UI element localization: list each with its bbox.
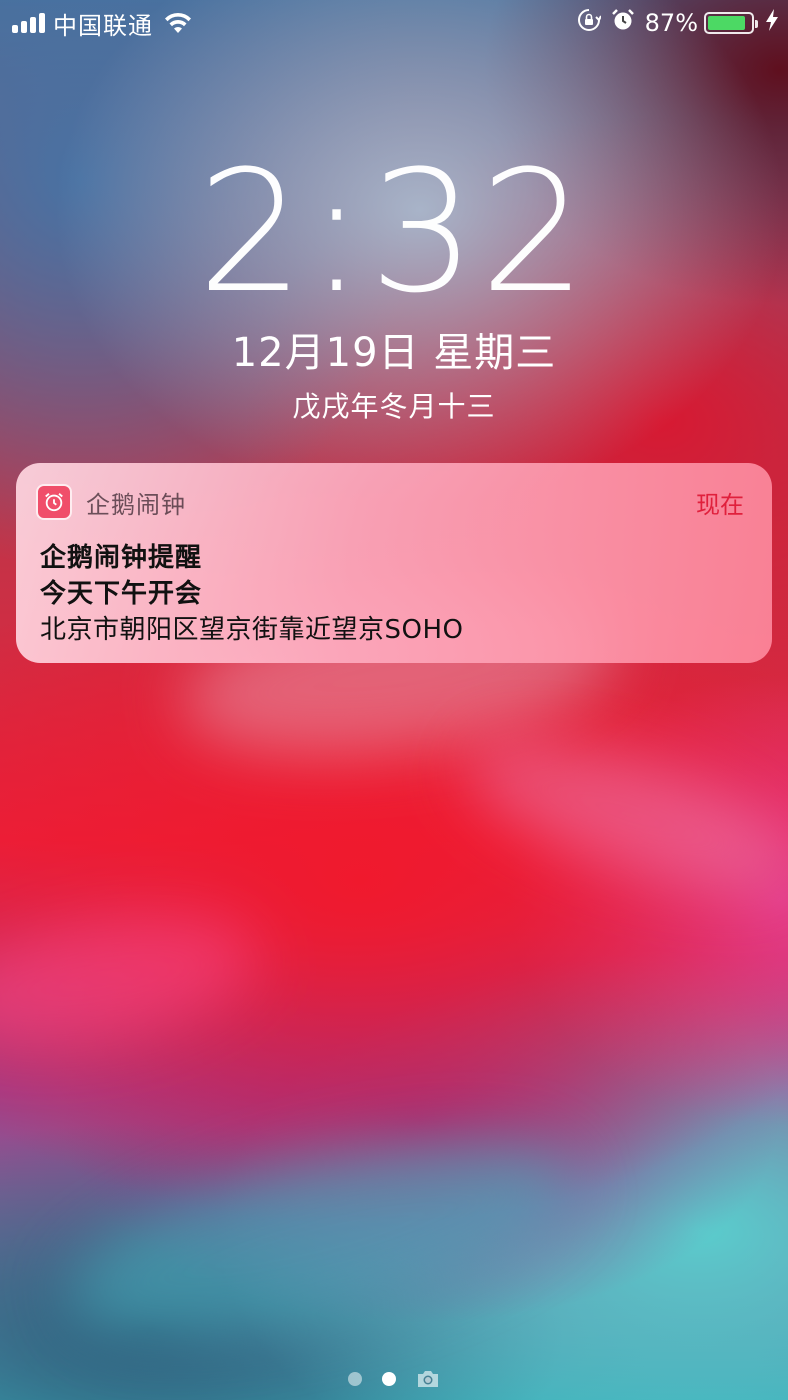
- notification-subtitle: 今天下午开会: [40, 579, 203, 609]
- notification-app-name: 企鹅闹钟: [86, 490, 186, 519]
- signal-icon: [12, 13, 45, 33]
- status-bar: 中国联通 87%: [0, 0, 788, 46]
- notification-body: 北京市朝阳区望京街靠近望京SOHO: [40, 615, 464, 645]
- battery-icon: [704, 12, 758, 34]
- page-indicator: [0, 1369, 788, 1389]
- battery-fill: [708, 16, 745, 30]
- notification-header: 企鹅闹钟 现在: [36, 483, 744, 521]
- alarm-clock-icon: [36, 484, 72, 520]
- camera-icon[interactable]: [416, 1369, 440, 1389]
- battery-percent: 87%: [644, 9, 698, 37]
- lock-screen-time: 2:32: [197, 134, 591, 330]
- charging-icon: [766, 9, 778, 37]
- carrier-name: 中国联通: [53, 11, 153, 40]
- alarm-icon: [611, 8, 635, 38]
- page-dot-2[interactable]: [382, 1372, 396, 1386]
- wallpaper-streak: [48, 1099, 592, 1381]
- wallpaper-streak: [451, 710, 788, 920]
- page-dot-1[interactable]: [348, 1372, 362, 1386]
- wifi-icon: [163, 12, 193, 34]
- status-bar-left: 中国联通: [12, 8, 193, 40]
- lock-screen-date: 12月19日 星期三: [231, 330, 557, 376]
- wallpaper-streak: [0, 893, 268, 1067]
- notification-time: 现在: [696, 490, 744, 519]
- orientation-lock-icon: [577, 8, 602, 38]
- lunar-date: 戊戌年冬月十三: [292, 390, 496, 423]
- status-bar-right: 87%: [567, 8, 778, 38]
- notification-card[interactable]: 企鹅闹钟 现在 企鹅闹钟提醒 今天下午开会 北京市朝阳区望京街靠近望京SOHO: [16, 463, 772, 663]
- notification-title: 企鹅闹钟提醒: [40, 543, 203, 573]
